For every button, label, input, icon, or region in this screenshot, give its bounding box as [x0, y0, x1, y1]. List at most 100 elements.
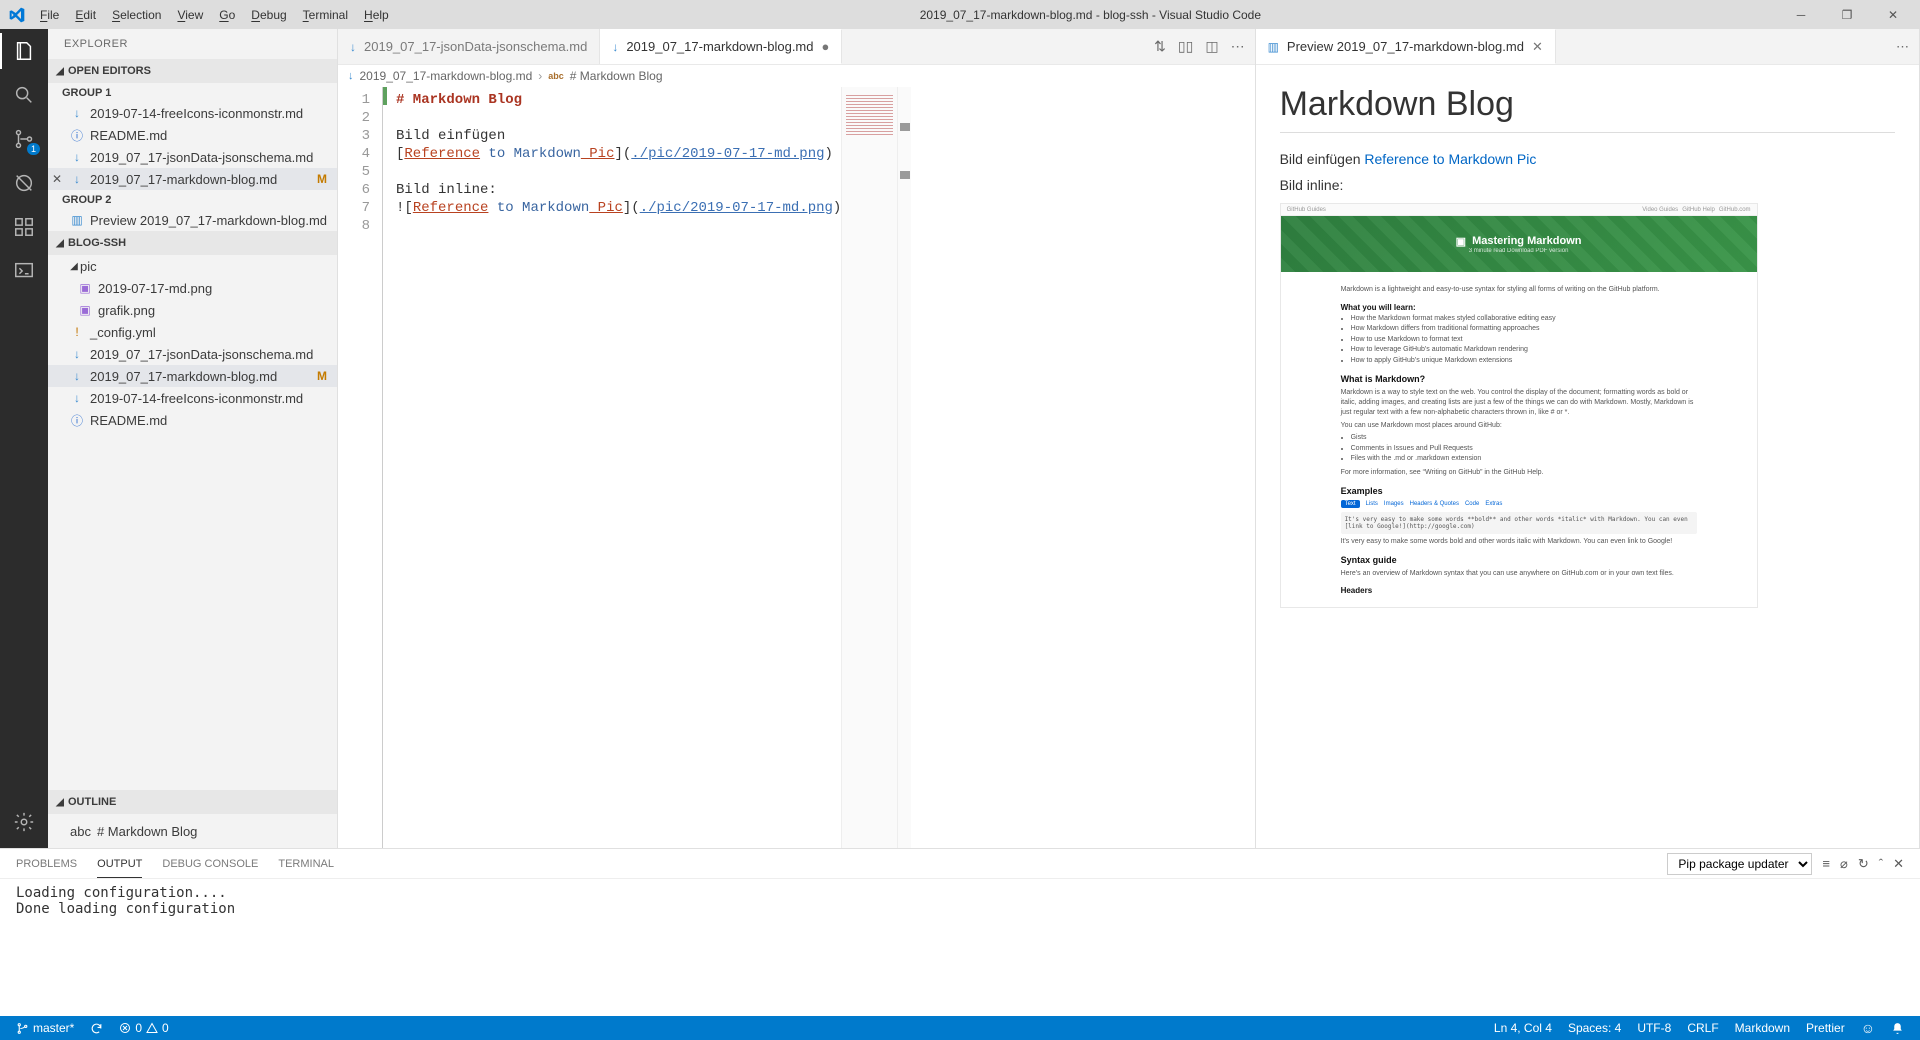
- overview-ruler[interactable]: [897, 87, 911, 848]
- section-open-editors[interactable]: ◢ OPEN EDITORS: [48, 59, 337, 83]
- editor-tab-active[interactable]: ↓ 2019_07_17-markdown-blog.md ●: [600, 29, 842, 64]
- open-editors-label: OPEN EDITORS: [68, 65, 151, 77]
- status-feedback-icon[interactable]: ☺: [1853, 1016, 1883, 1040]
- clear-output-icon[interactable]: ⌀: [1840, 856, 1848, 872]
- section-outline[interactable]: ◢ OUTLINE: [48, 790, 337, 814]
- open-editor-item[interactable]: ↓ 2019_07_17-jsonData-jsonschema.md: [48, 146, 337, 168]
- markdown-icon: ↓: [348, 70, 354, 82]
- breadcrumb-item[interactable]: # Markdown Blog: [570, 69, 663, 83]
- modified-badge: M: [317, 369, 327, 383]
- source-control-icon[interactable]: 1: [12, 127, 36, 151]
- markdown-icon: ↓: [68, 391, 86, 405]
- open-editor-label: 2019_07_17-jsonData-jsonschema.md: [90, 150, 313, 165]
- title-bar: File Edit Selection View Go Debug Termin…: [0, 0, 1920, 29]
- menu-terminal[interactable]: Terminal: [297, 4, 354, 26]
- markdown-preview[interactable]: Markdown Blog Bild einfügen Reference to…: [1256, 65, 1919, 848]
- minimize-icon[interactable]: ─: [1786, 8, 1816, 22]
- terminal-panel-icon[interactable]: [12, 259, 36, 283]
- close-panel-icon[interactable]: ✕: [1893, 856, 1904, 872]
- minimap[interactable]: [841, 87, 897, 848]
- section-workspace[interactable]: ◢ BLOG-SSH: [48, 231, 337, 255]
- chevron-down-icon: ◢: [68, 261, 80, 272]
- code-content[interactable]: # Markdown Blog Bild einfügen [Reference…: [386, 87, 841, 848]
- open-editor-item[interactable]: ⓘREADME.md: [48, 124, 337, 146]
- file-label: _config.yml: [90, 325, 156, 340]
- editor-group-1: ↓ 2019_07_17-jsonData-jsonschema.md ↓ 20…: [338, 29, 1256, 848]
- close-editor-icon[interactable]: ✕: [52, 172, 62, 186]
- status-language[interactable]: Markdown: [1727, 1016, 1798, 1040]
- preview-paragraph: Bild inline:: [1280, 177, 1895, 193]
- more-actions-icon[interactable]: ⋯: [1231, 38, 1245, 55]
- output-channel-dropdown[interactable]: Pip package updater: [1667, 853, 1812, 875]
- compare-changes-icon[interactable]: ⇅: [1154, 38, 1166, 55]
- abc-icon: abc: [548, 71, 564, 81]
- status-indentation[interactable]: Spaces: 4: [1560, 1016, 1629, 1040]
- more-actions-icon[interactable]: ⋯: [1896, 39, 1909, 55]
- file-item[interactable]: ▣grafik.png: [48, 299, 337, 321]
- files-icon[interactable]: [12, 39, 36, 63]
- status-cursor-position[interactable]: Ln 4, Col 4: [1486, 1016, 1560, 1040]
- file-item[interactable]: !_config.yml: [48, 321, 337, 343]
- abc-icon: abc: [70, 824, 91, 839]
- file-item[interactable]: ⓘREADME.md: [48, 409, 337, 431]
- open-editor-item-active[interactable]: ✕ ↓2019_07_17-markdown-blog.md M: [48, 168, 337, 190]
- file-item[interactable]: ↓2019-07-14-freeIcons-iconmonstr.md: [48, 387, 337, 409]
- status-encoding[interactable]: UTF-8: [1629, 1016, 1679, 1040]
- markdown-icon: ↓: [350, 40, 356, 54]
- breadcrumbs[interactable]: ↓ 2019_07_17-markdown-blog.md › abc # Ma…: [338, 65, 1255, 87]
- folder-item[interactable]: ◢pic: [48, 255, 337, 277]
- status-problems[interactable]: 0 0: [111, 1016, 176, 1040]
- preview-tab-active[interactable]: ▥ Preview 2019_07_17-markdown-blog.md ✕: [1256, 29, 1556, 64]
- tab-row: ▥ Preview 2019_07_17-markdown-blog.md ✕ …: [1256, 29, 1919, 65]
- info-icon: ⓘ: [68, 127, 86, 144]
- file-item[interactable]: ▣2019-07-17-md.png: [48, 277, 337, 299]
- menu-selection[interactable]: Selection: [106, 4, 167, 26]
- menu-go[interactable]: Go: [213, 4, 241, 26]
- status-prettier[interactable]: Prettier: [1798, 1016, 1853, 1040]
- outline-item[interactable]: abc# Markdown Blog: [48, 820, 337, 842]
- extensions-icon[interactable]: [12, 215, 36, 239]
- panel-tab-debug-console[interactable]: DEBUG CONSOLE: [162, 858, 258, 870]
- preview-link[interactable]: Reference to Markdown Pic: [1364, 151, 1536, 167]
- panel-tab-output[interactable]: OUTPUT: [97, 858, 142, 878]
- status-notifications-icon[interactable]: [1883, 1016, 1912, 1040]
- split-editor-icon[interactable]: ◫: [1205, 38, 1218, 55]
- panel-tab-problems[interactable]: PROBLEMS: [16, 858, 77, 870]
- gear-icon[interactable]: [12, 810, 36, 834]
- status-sync[interactable]: [82, 1016, 111, 1040]
- tab-dirty-indicator[interactable]: ●: [822, 39, 830, 54]
- menu-help[interactable]: Help: [358, 4, 395, 26]
- markdown-icon: ↓: [68, 150, 86, 164]
- file-item-active[interactable]: ↓2019_07_17-markdown-blog.mdM: [48, 365, 337, 387]
- word-wrap-icon[interactable]: ≡: [1822, 856, 1830, 871]
- panel-tab-terminal[interactable]: TERMINAL: [278, 858, 334, 870]
- status-bar: master* 0 0 Ln 4, Col 4 Spaces: 4 UTF-8 …: [0, 1016, 1920, 1040]
- open-editor-item[interactable]: ▥Preview 2019_07_17-markdown-blog.md: [48, 209, 337, 231]
- close-tab-icon[interactable]: ✕: [1532, 39, 1543, 55]
- status-eol[interactable]: CRLF: [1679, 1016, 1726, 1040]
- preview-icon: ▥: [68, 213, 86, 227]
- editor-tab[interactable]: ↓ 2019_07_17-jsonData-jsonschema.md: [338, 29, 600, 64]
- debug-icon[interactable]: [12, 171, 36, 195]
- menu-view[interactable]: View: [171, 4, 209, 26]
- markdown-logo-icon: ▣: [1456, 235, 1466, 248]
- maximize-panel-icon[interactable]: ˆ: [1879, 856, 1883, 871]
- close-icon[interactable]: ✕: [1878, 8, 1908, 22]
- chevron-down-icon: ◢: [54, 238, 66, 249]
- preview-heading: Markdown Blog: [1280, 85, 1895, 124]
- breadcrumb-item[interactable]: 2019_07_17-markdown-blog.md: [360, 69, 533, 83]
- open-preview-side-icon[interactable]: ▯▯: [1178, 38, 1193, 55]
- lock-scroll-icon[interactable]: ↻: [1858, 856, 1869, 872]
- code-editor[interactable]: 1 2 3 4 5 6 7 8 # Markdown Blog Bild ein…: [338, 87, 1255, 848]
- menu-edit[interactable]: Edit: [69, 4, 102, 26]
- maximize-icon[interactable]: ❐: [1832, 8, 1862, 22]
- output-content[interactable]: Loading configuration.... Done loading c…: [0, 879, 1920, 1016]
- menu-file[interactable]: File: [34, 4, 65, 26]
- file-item[interactable]: ↓2019_07_17-jsonData-jsonschema.md: [48, 343, 337, 365]
- open-editor-item[interactable]: ↓2019-07-14-freeIcons-iconmonstr.md: [48, 102, 337, 124]
- open-editor-label: 2019-07-14-freeIcons-iconmonstr.md: [90, 106, 303, 121]
- search-icon[interactable]: [12, 83, 36, 107]
- menu-debug[interactable]: Debug: [245, 4, 292, 26]
- scm-badge: 1: [27, 143, 40, 155]
- status-branch[interactable]: master*: [8, 1016, 82, 1040]
